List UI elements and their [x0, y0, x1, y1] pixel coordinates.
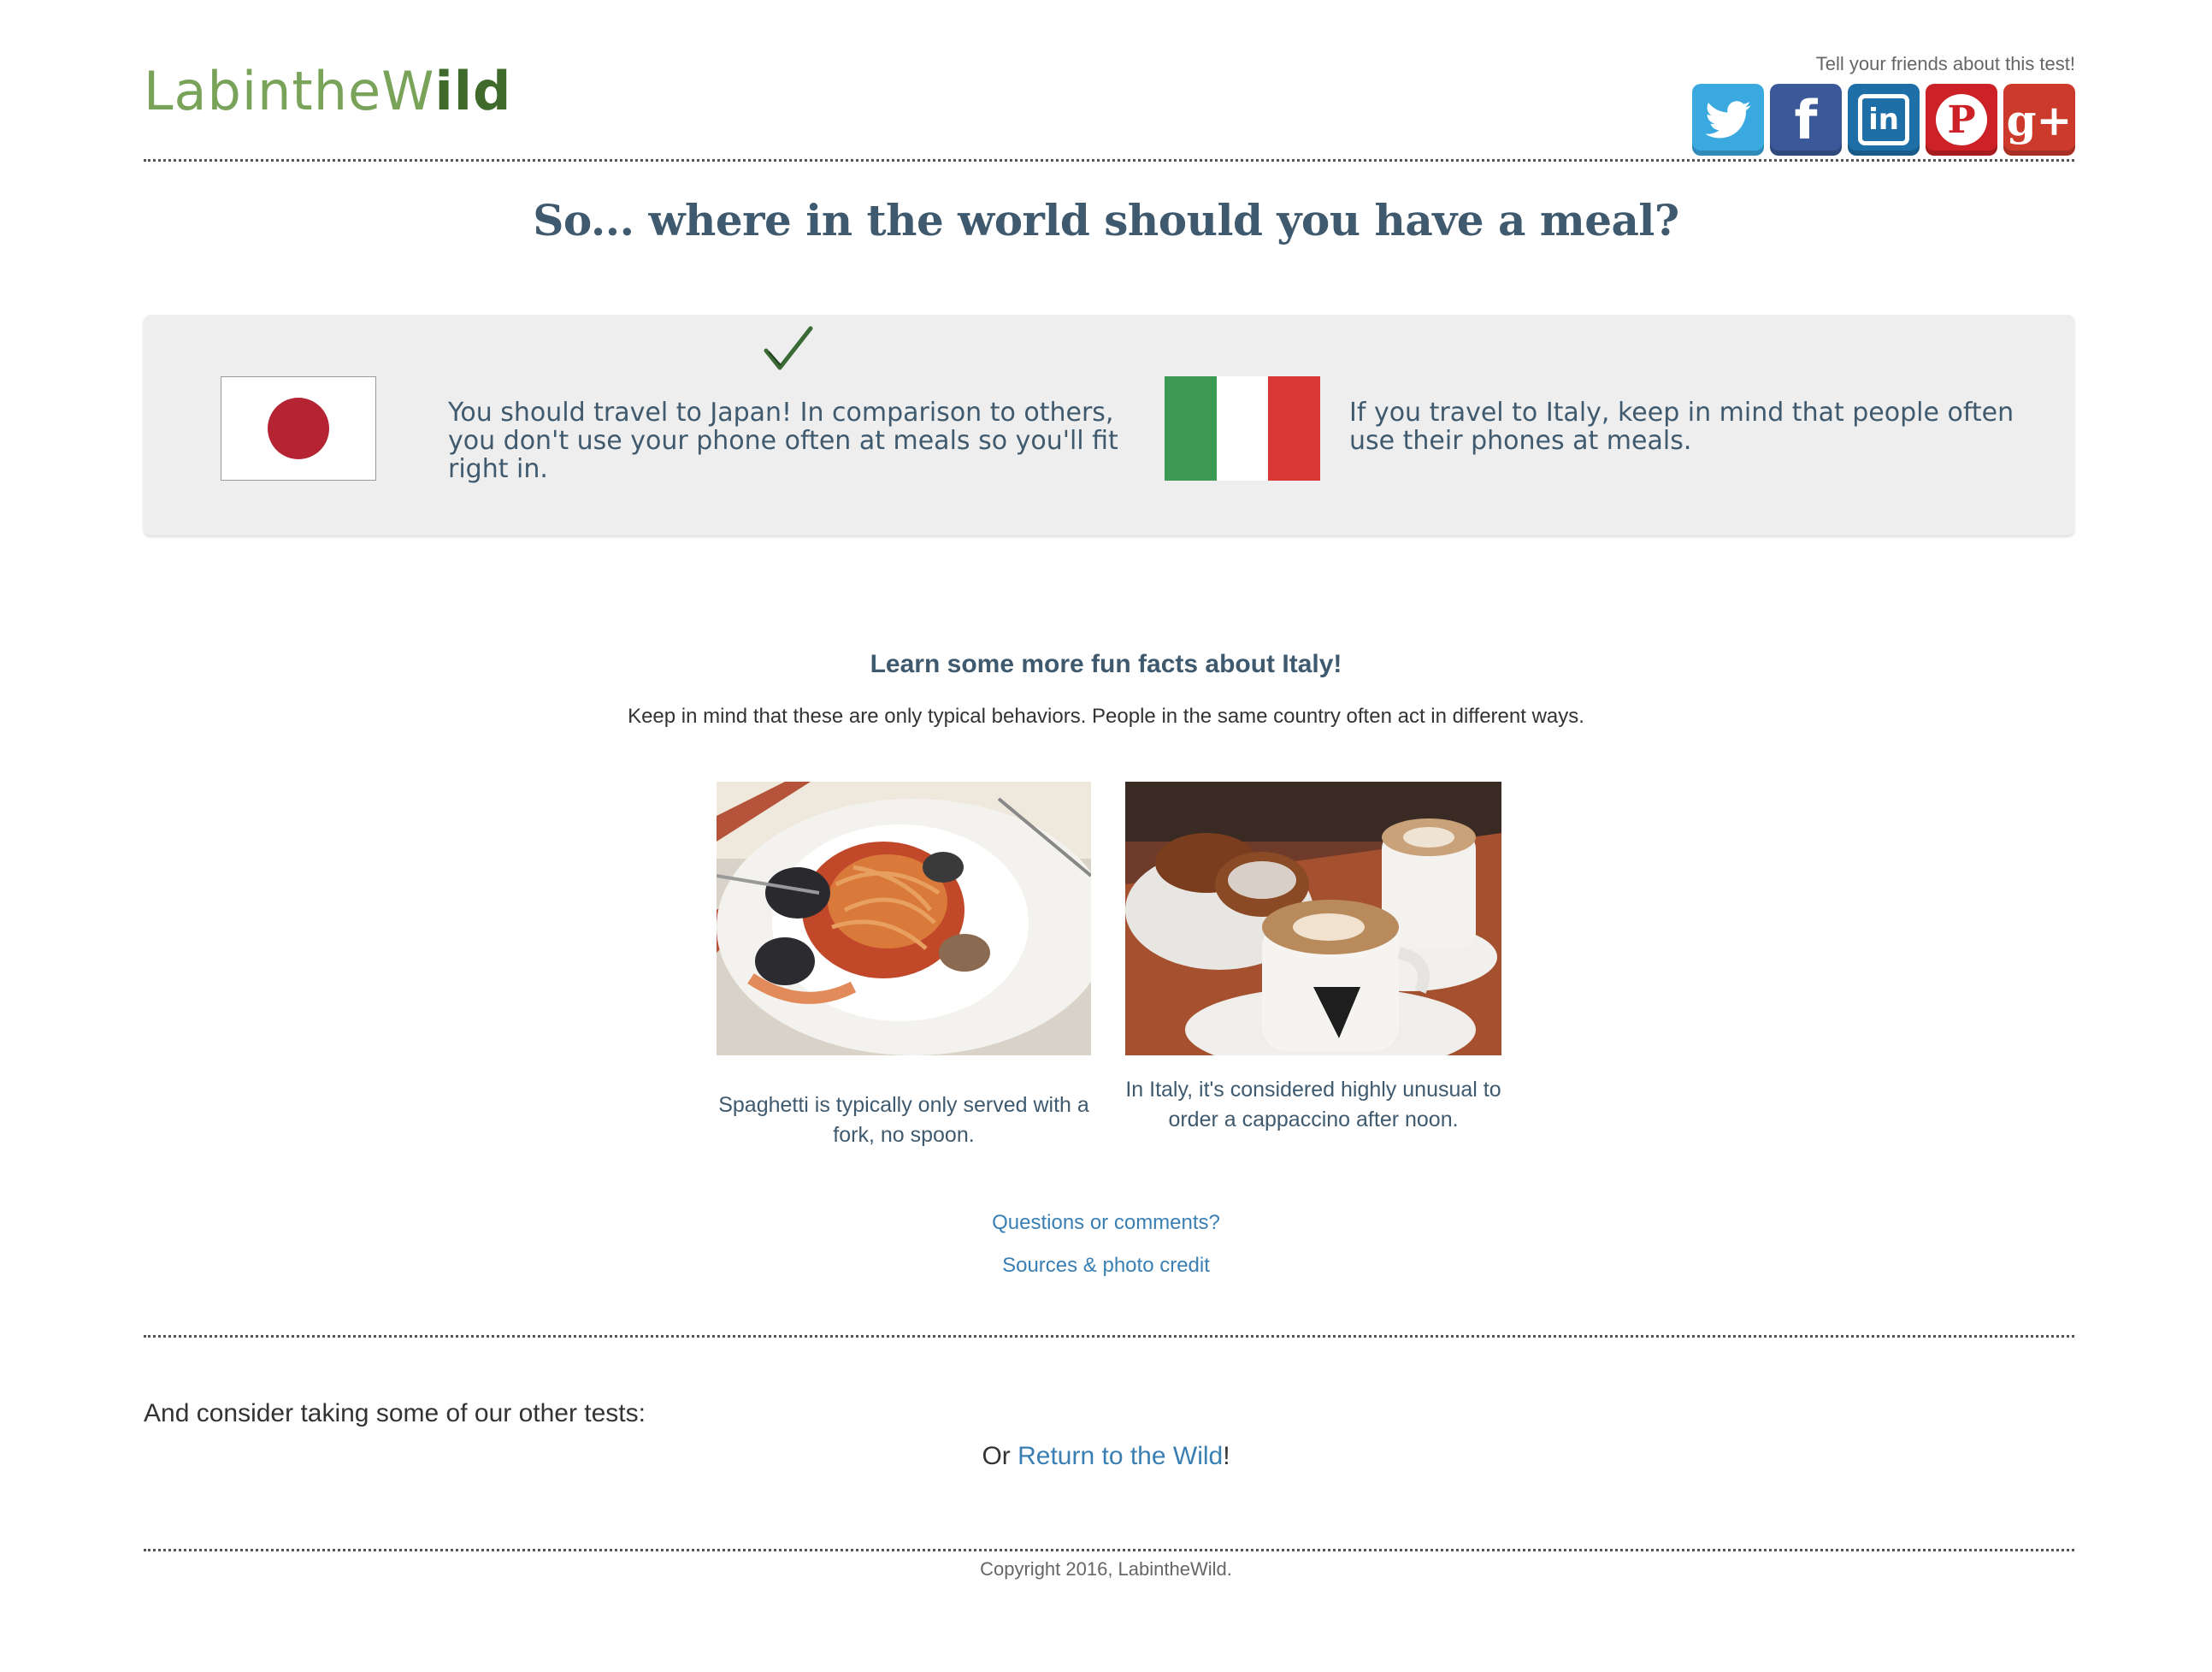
return-prefix: Or [982, 1442, 1018, 1470]
header-divider [144, 159, 2074, 162]
other-tests-label: And consider taking some of our other te… [144, 1399, 646, 1427]
logo-text-lab: LabintheW [144, 60, 435, 122]
other-country-text: If you travel to Italy, keep in mind tha… [1349, 398, 2014, 456]
logo-text-wild: ild [434, 60, 512, 122]
site-logo[interactable]: LabintheWild [144, 65, 511, 118]
google-plus-icon[interactable]: g+ [2003, 84, 2075, 156]
footer-divider [144, 1549, 2074, 1551]
section-divider [144, 1335, 2074, 1338]
italy-flag-green [1165, 376, 1217, 481]
share-prompt: Tell your friends about this test! [1815, 53, 2075, 74]
social-share-bar: f in P g+ [1692, 84, 2075, 156]
facts-note: Keep in mind that these are only typical… [628, 705, 1584, 728]
sources-link-row: Sources & photo credit [0, 1254, 2212, 1278]
italy-flag-white [1216, 376, 1269, 481]
twitter-icon[interactable] [1692, 84, 1764, 156]
questions-link-row: Questions or comments? [0, 1211, 2212, 1235]
spaghetti-photo [717, 782, 1091, 1055]
return-to-wild-link[interactable]: Return to the Wild [1018, 1442, 1223, 1470]
japan-flag-sun [268, 398, 329, 459]
facts-heading: Learn some more fun facts about Italy! [870, 650, 1342, 678]
recommended-country-text: You should travel to Japan! In compariso… [448, 398, 1118, 484]
fact-caption-cappuccino: In Italy, it's considered highly unusual… [1125, 1078, 1501, 1131]
linkedin-icon[interactable]: in [1848, 84, 1920, 156]
questions-link[interactable]: Questions or comments? [992, 1211, 1220, 1234]
italy-flag-icon [1165, 376, 1321, 481]
return-suffix: ! [1223, 1442, 1230, 1470]
page-title: So... where in the world should you have… [533, 195, 1679, 245]
sources-link[interactable]: Sources & photo credit [1002, 1254, 1210, 1277]
japan-flag-icon [221, 376, 376, 481]
copyright-text: Copyright 2016, LabintheWild. [980, 1558, 1232, 1580]
italy-flag-red [1268, 376, 1321, 481]
cappuccino-photo [1125, 782, 1501, 1055]
fact-caption-spaghetti: Spaghetti is typically only served with … [718, 1093, 1089, 1147]
checkmark-icon [764, 326, 813, 370]
facebook-icon[interactable]: f [1770, 84, 1842, 156]
return-line: Or Return to the Wild! [0, 1442, 2212, 1471]
pinterest-icon[interactable]: P [1926, 84, 1997, 156]
